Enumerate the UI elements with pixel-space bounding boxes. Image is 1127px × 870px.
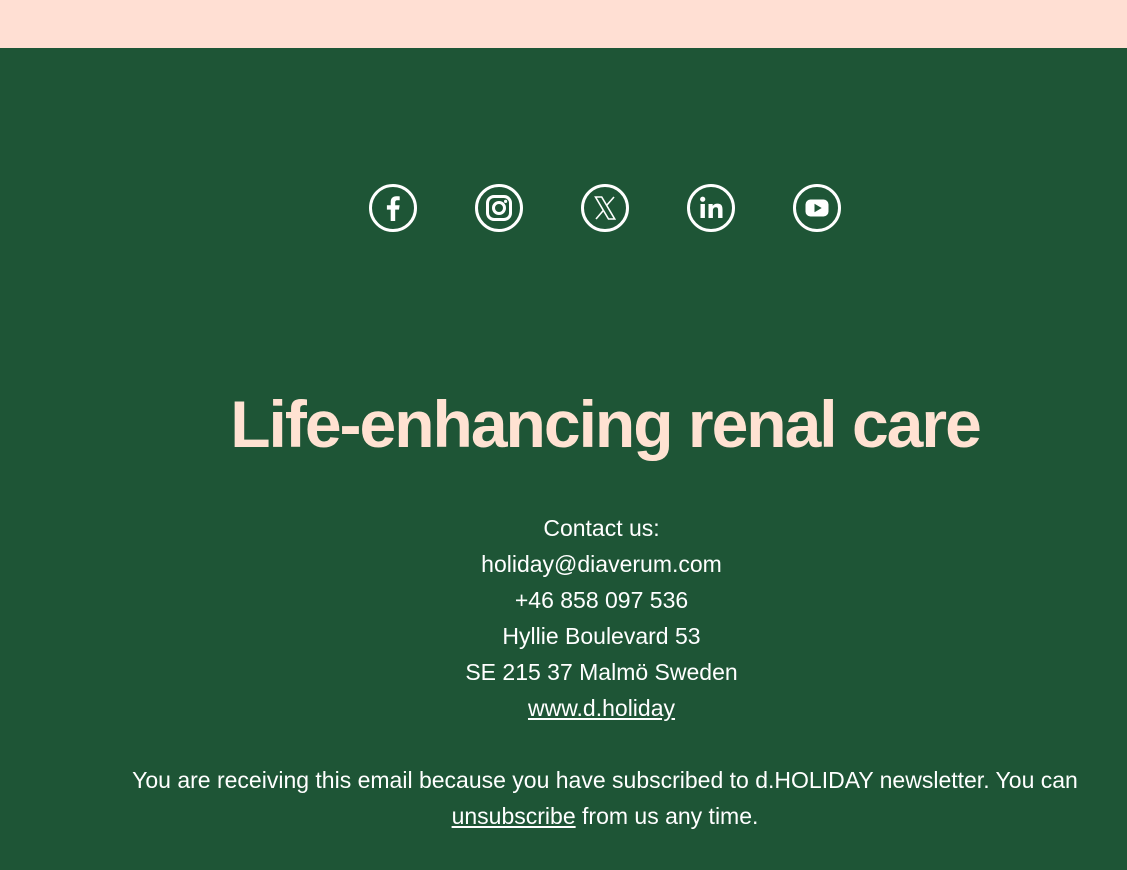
- x-link[interactable]: [581, 184, 629, 232]
- unsubscribe-link[interactable]: unsubscribe: [452, 803, 576, 829]
- facebook-link[interactable]: [369, 184, 417, 232]
- facebook-icon: [369, 184, 417, 232]
- contact-street: Hyllie Boulevard 53: [502, 623, 701, 649]
- contact-phone: +46 858 097 536: [514, 587, 689, 613]
- instagram-icon: [475, 184, 523, 232]
- contact-block: Contact us: holiday@diaverum.com +46 858…: [0, 510, 1127, 726]
- youtube-icon: [793, 184, 841, 232]
- top-band: [0, 0, 1127, 48]
- email-footer: Life-enhancing renal care Contact us: ho…: [0, 48, 1127, 870]
- instagram-link[interactable]: [475, 184, 523, 232]
- tagline: Life-enhancing renal care: [230, 387, 982, 461]
- linkedin-icon: [687, 184, 735, 232]
- contact-email: holiday@diaverum.com: [481, 551, 722, 577]
- contact-city: SE 215 37 Malmö Sweden: [465, 659, 738, 685]
- linkedin-link[interactable]: [687, 184, 735, 232]
- contact-website-line: www.d.holiday: [0, 690, 1127, 726]
- legal-text-after: from us any time.: [575, 803, 759, 829]
- contact-heading: Contact us:: [543, 515, 660, 541]
- x-icon: [581, 184, 629, 232]
- website-link[interactable]: www.d.holiday: [528, 695, 675, 721]
- legal-notice: You are receiving this email because you…: [105, 762, 1105, 834]
- legal-text-before: You are receiving this email because you…: [132, 767, 1078, 793]
- social-links: [369, 184, 841, 234]
- youtube-link[interactable]: [793, 184, 841, 232]
